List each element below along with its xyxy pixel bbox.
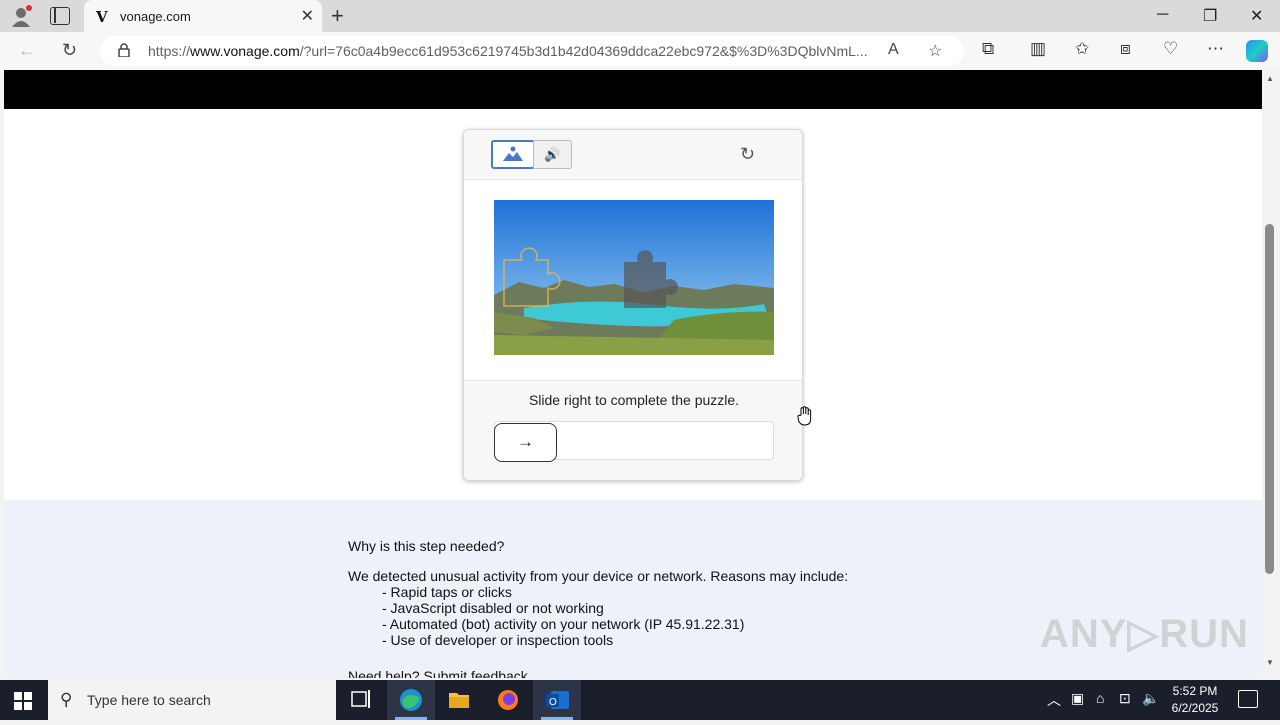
arrow-right-icon: → [517,432,534,451]
browser-titlebar: V vonage.com ✕ + ─ ❐ ✕ [0,0,1280,32]
favorite-star-icon[interactable]: ☆ [928,41,942,61]
vonage-favicon-icon: V [96,8,108,26]
lock-icon[interactable] [118,43,130,57]
extensions-icon[interactable]: ⧉ [982,39,994,59]
more-menu-icon[interactable]: ⋯ [1207,39,1224,59]
edge-taskbar-icon[interactable] [387,680,435,720]
windows-taskbar: ⚲ Type here to search O ︿ ▣ ⌂ ⊡ 🔈 5:52 P… [0,680,1280,720]
minimize-icon[interactable]: ─ [1157,6,1168,24]
notification-icon[interactable] [1238,690,1258,708]
reason-item: - Use of developer or inspection tools [382,632,614,648]
slider-handle[interactable]: → [494,423,557,462]
refresh-icon[interactable]: ↻ [740,144,755,165]
collections-icon[interactable]: ⧈ [1120,39,1131,59]
reload-icon[interactable]: ↻ [62,40,77,61]
profile-avatar-icon[interactable] [10,5,32,27]
help-text: Need help? [348,668,420,678]
taskbar-clock[interactable]: 5:52 PM 6/2/2025 [1160,683,1230,717]
help-line: Need help? Submit feedback. [348,668,532,678]
submit-feedback-link[interactable]: Submit feedback. [424,668,532,678]
split-screen-icon[interactable]: ▥ [1030,39,1046,59]
info-heading: Why is this step needed? [348,538,505,554]
file-explorer-icon[interactable] [435,680,483,720]
page-header-bar [4,70,1262,109]
browser-essentials-icon[interactable]: ♡ [1163,39,1178,59]
tab-actions-icon[interactable] [50,7,70,25]
new-tab-icon[interactable]: + [331,3,344,29]
browser-navbar: ← ↻ https://www.vonage.com/?url=76c0a4b9… [0,32,1280,70]
anyrun-watermark: ANY▷RUN [1040,612,1249,656]
svg-text:O: O [549,697,557,708]
read-aloud-icon[interactable]: A [888,41,899,59]
slider-instruction: Slide right to complete the puzzle. [528,392,740,408]
audio-challenge-button[interactable]: 🔊 [533,140,572,169]
captcha-header: 🔊 ↻ [464,130,802,180]
url-text: https://www.vonage.com/?url=76c0a4b9ecc6… [148,43,868,59]
image-challenge-button[interactable] [491,140,535,169]
page-viewport: 🔊 ↻ Slide right to complete the puzzle. … [4,70,1262,678]
volume-icon[interactable]: 🔈 [1142,690,1159,707]
captcha-card: 🔊 ↻ Slide right to complete the puzzle. … [463,129,803,481]
reason-item: - JavaScript disabled or not working [382,600,604,616]
scroll-up-icon[interactable]: ▲ [1266,74,1274,83]
page-scrollbar[interactable]: ▲ ▼ [1262,70,1280,678]
hand-cursor-icon [797,406,812,426]
copilot-icon[interactable] [1246,40,1268,62]
windows-start-icon[interactable] [14,692,32,710]
search-placeholder: Type here to search [87,692,211,708]
outlook-icon[interactable]: O [533,680,581,720]
tab-vonage[interactable]: V vonage.com ✕ [84,0,322,32]
reason-item: - Rapid taps or clicks [382,584,512,600]
image-icon [503,146,523,161]
device-tray-icon[interactable]: ⌂ [1096,690,1104,706]
favorites-icon[interactable]: ✩ [1075,39,1089,59]
scroll-down-icon[interactable]: ▼ [1266,658,1274,667]
restore-icon[interactable]: ❐ [1203,6,1217,26]
task-view-icon[interactable] [337,680,385,720]
reason-item: - Automated (bot) activity on your netwo… [382,616,745,632]
clock-time: 5:52 PM [1172,684,1218,698]
clock-date: 6/2/2025 [1171,701,1219,715]
info-intro: We detected unusual activity from your d… [348,568,849,584]
search-icon: ⚲ [60,690,73,709]
close-tab-icon[interactable]: ✕ [301,6,314,26]
taskbar-search[interactable]: ⚲ Type here to search [48,680,336,720]
puzzle-image [494,200,774,355]
tray-overflow-icon[interactable]: ︿ [1047,690,1061,710]
network-icon[interactable]: ⊡ [1119,690,1131,707]
address-bar[interactable]: https://www.vonage.com/?url=76c0a4b9ecc6… [100,36,964,66]
scroll-thumb[interactable] [1265,224,1274,574]
close-window-icon[interactable]: ✕ [1250,6,1263,26]
firefox-icon[interactable] [484,680,532,720]
speaker-icon: 🔊 [544,147,561,162]
tab-title: vonage.com [120,9,191,24]
back-icon[interactable]: ← [18,40,36,61]
outlook-tray-icon[interactable]: ▣ [1071,690,1084,707]
